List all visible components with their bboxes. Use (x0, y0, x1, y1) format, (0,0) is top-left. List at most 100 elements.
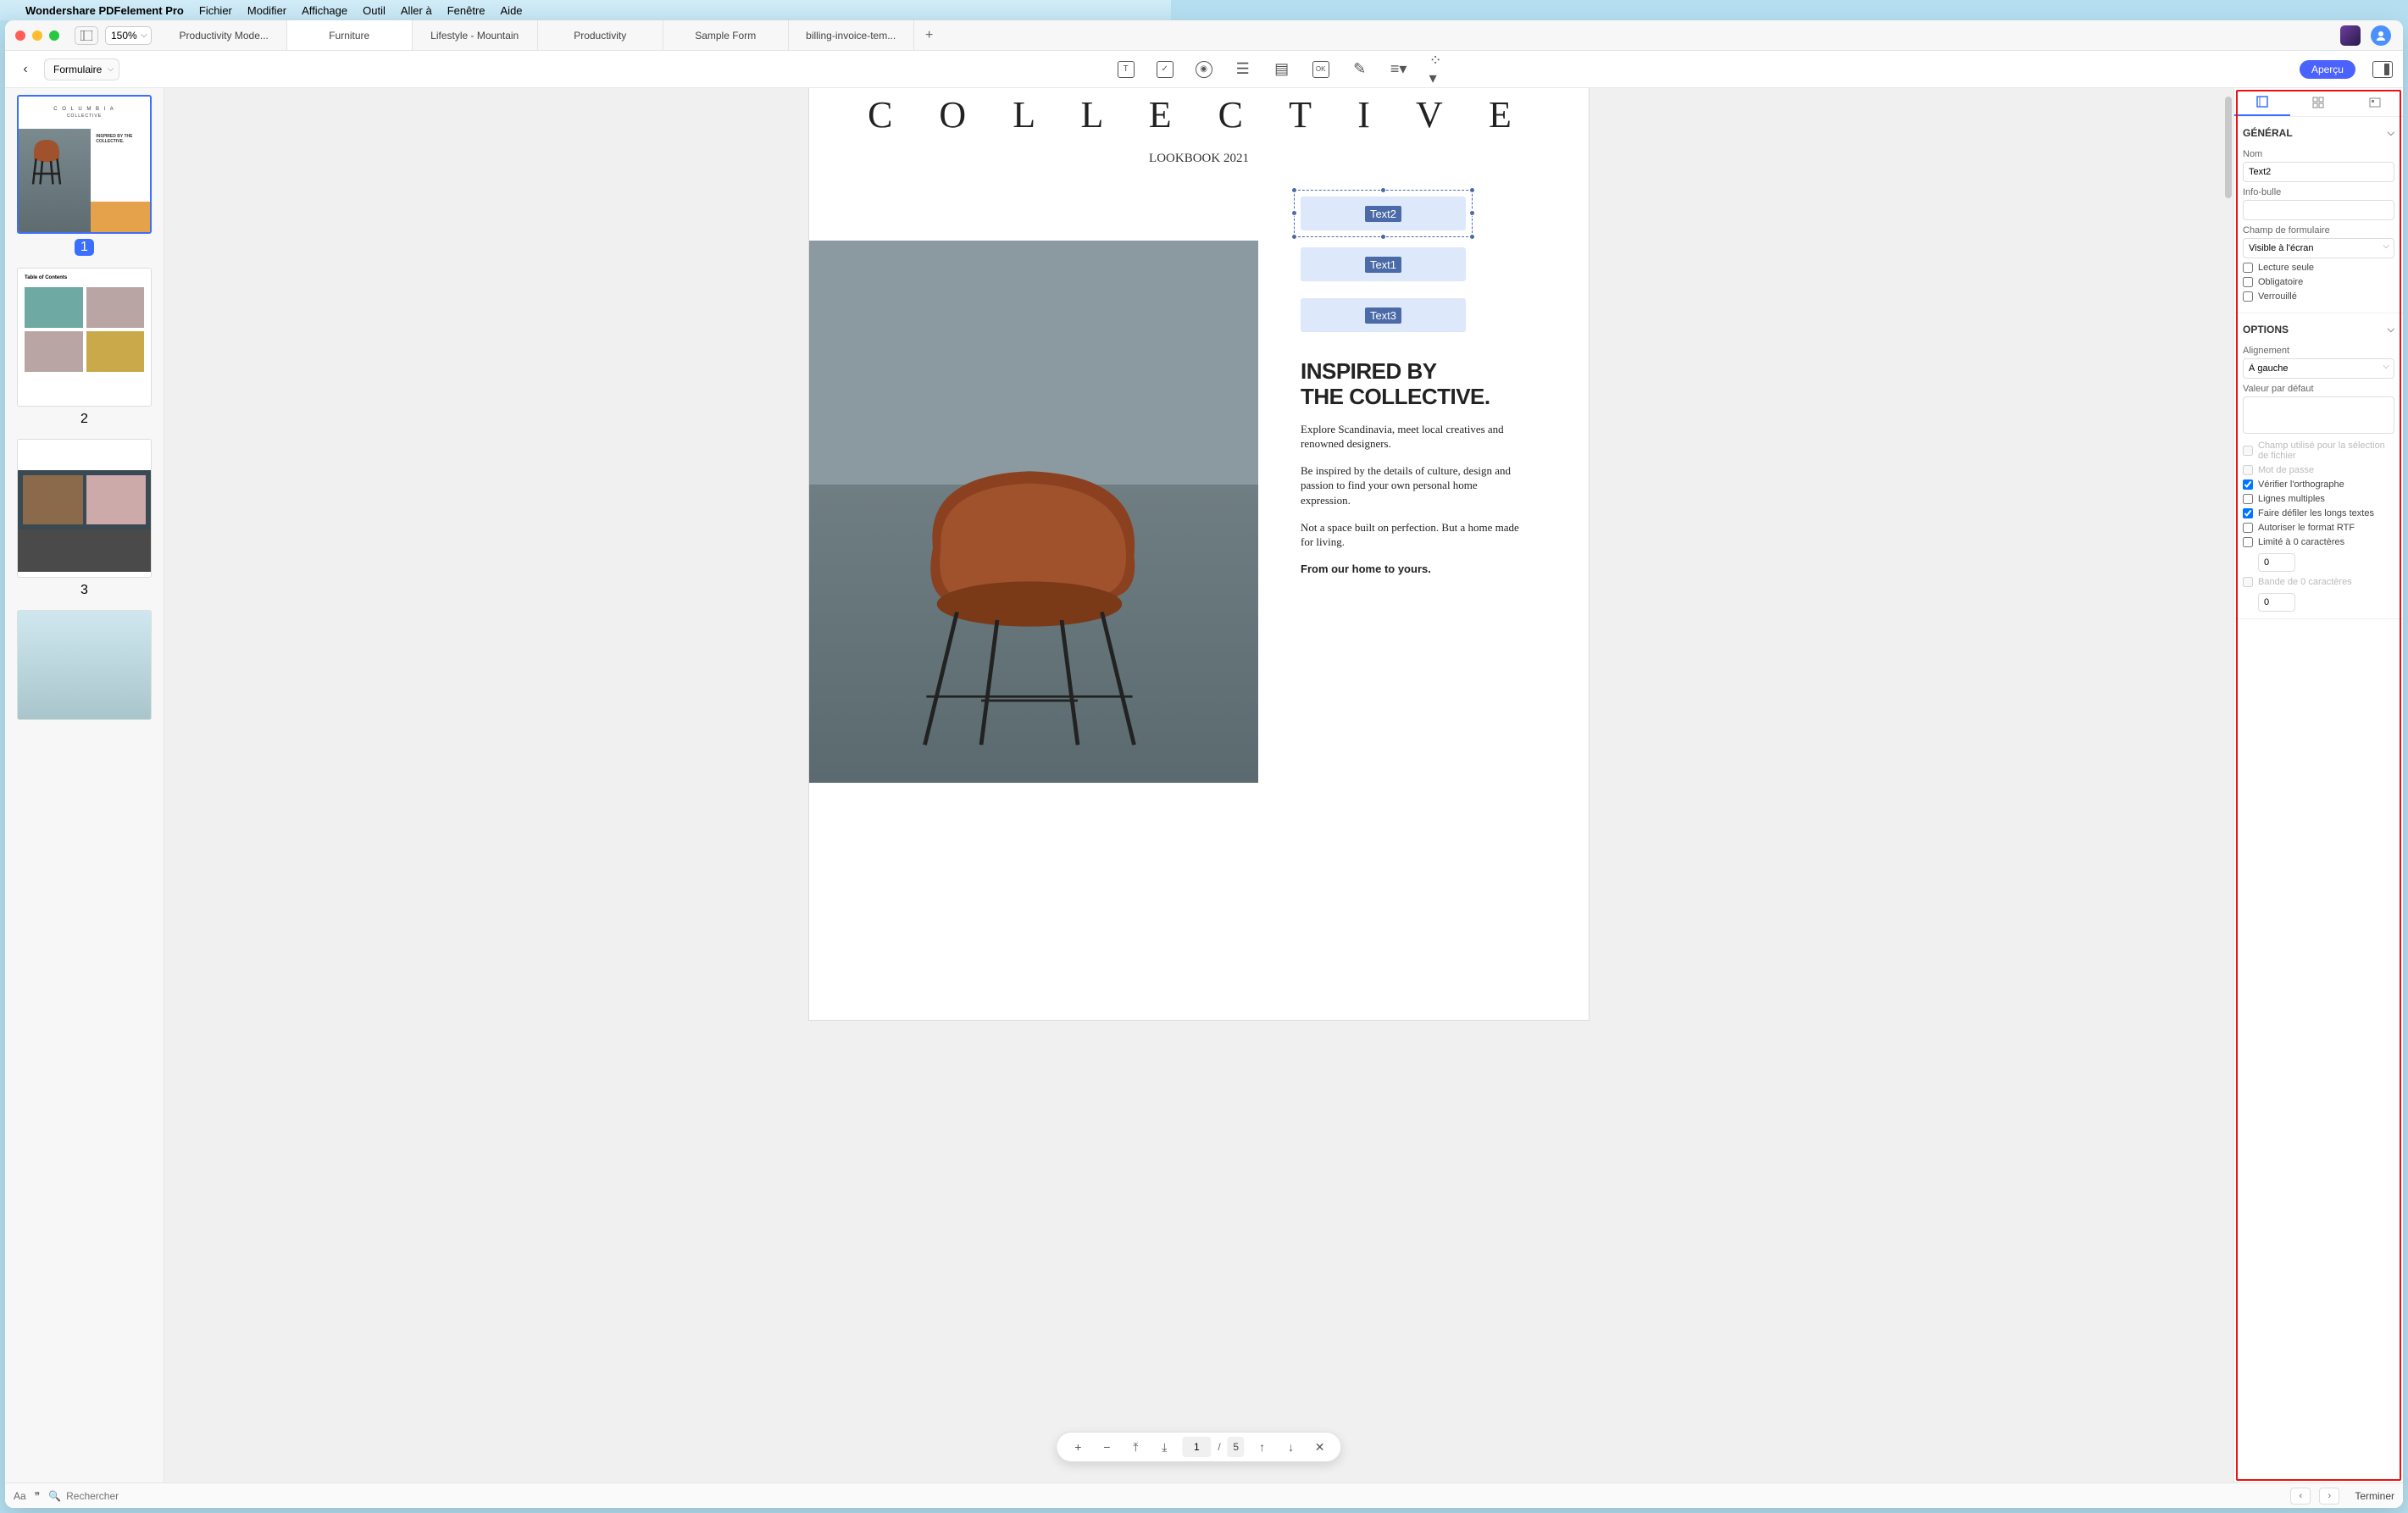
section-general: GÉNÉRAL⌵ Nom Info-bulle Champ de formula… (2234, 117, 2403, 313)
thumb2-pageno: 2 (17, 412, 152, 427)
window-close[interactable] (15, 30, 25, 41)
last-page-button[interactable]: ⤓ (1153, 1436, 1175, 1458)
first-page-button[interactable]: ⤒ (1124, 1436, 1146, 1458)
checkbox-tool-icon[interactable]: ✓ (1157, 61, 1173, 78)
tab-add-button[interactable]: + (914, 20, 945, 50)
zoom-select[interactable]: 150% (105, 26, 152, 45)
app-name[interactable]: Wondershare PDFelement Pro (25, 4, 184, 17)
combobox-tool-icon[interactable]: ☰ (1235, 61, 1251, 78)
tab-billing-invoice[interactable]: billing-invoice-tem... (789, 20, 914, 50)
menu-allera[interactable]: Aller à (401, 4, 432, 17)
user-avatar[interactable] (2371, 25, 2391, 46)
tab-lifestyle[interactable]: Lifestyle - Mountain (413, 20, 538, 50)
listbox-tool-icon[interactable]: ▤ (1273, 61, 1290, 78)
next-page-button[interactable]: ↓ (1280, 1436, 1302, 1458)
chevron-down-icon: ⌵ (2388, 128, 2394, 139)
doc-para-4: From our home to yours. (1301, 562, 1521, 577)
check-orthographe[interactable]: Vérifier l'orthographe (2243, 479, 2394, 490)
form-field-text3-label: Text3 (1365, 308, 1401, 324)
input-infobulle[interactable] (2243, 200, 2394, 220)
text-style-aa-icon[interactable]: Aa (14, 1490, 26, 1502)
menu-aide[interactable]: Aide (501, 4, 523, 17)
check-rtf[interactable]: Autoriser le format RTF (2243, 523, 2394, 533)
tab-sample-form[interactable]: Sample Form (663, 20, 789, 50)
thumbnail-page-4[interactable] (17, 610, 152, 720)
select-champ[interactable]: Visible à l'écran (2243, 238, 2394, 258)
thumbnail-page-2[interactable]: Table of Contents (17, 268, 152, 407)
search-input[interactable] (66, 1490, 320, 1502)
textfield-tool-icon[interactable]: T (1118, 61, 1135, 78)
check-obligatoire[interactable]: Obligatoire (2243, 277, 2394, 287)
menu-affichage[interactable]: Affichage (302, 4, 347, 17)
check-lecture-seule[interactable]: Lecture seule (2243, 263, 2394, 273)
signature-tool-icon[interactable]: ✎ (1351, 61, 1368, 78)
window-minimize[interactable] (32, 30, 42, 41)
button-tool-icon[interactable]: OK (1312, 61, 1329, 78)
close-pagebar-button[interactable]: ✕ (1309, 1436, 1331, 1458)
app-window: 150% Productivity Mode... Furniture Life… (5, 20, 2403, 1508)
properties-tabs (2234, 88, 2403, 117)
zoom-value: 150% (111, 30, 137, 42)
input-bande[interactable] (2258, 593, 2295, 612)
main-area: C O L U M B I A COLLECTIVE INSPIRED BY T… (5, 88, 2403, 1483)
menu-outil[interactable]: Outil (363, 4, 386, 17)
more-tool-icon[interactable]: ⁘▾ (1429, 61, 1446, 78)
radio-tool-icon[interactable]: ◉ (1196, 61, 1212, 78)
page-control-bar: + − ⤒ ⤓ / 5 ↑ ↓ ✕ (1056, 1432, 1341, 1462)
check-defiler[interactable]: Faire défiler les longs textes (2243, 508, 2394, 518)
search-box[interactable]: 🔍 (48, 1490, 320, 1502)
terminer-button[interactable]: Terminer (2355, 1490, 2394, 1502)
check-multiligne[interactable]: Lignes multiples (2243, 494, 2394, 504)
label-infobulle: Info-bulle (2243, 187, 2394, 197)
check-motdepasse: Mot de passe (2243, 465, 2394, 475)
form-field-text1[interactable]: Text1 (1301, 247, 1466, 281)
current-page-input[interactable] (1182, 1437, 1211, 1457)
menu-fenetre[interactable]: Fenêtre (447, 4, 485, 17)
document-canvas[interactable]: C O L L E C T I V E LOOKBOOK 2021 (164, 88, 2233, 1483)
status-prev-button[interactable]: ‹ (2290, 1488, 2311, 1505)
tab-productivity-mode[interactable]: Productivity Mode... (162, 20, 287, 50)
prev-page-button[interactable]: ↑ (1251, 1436, 1273, 1458)
status-next-button[interactable]: › (2319, 1488, 2339, 1505)
doc-para-3: Not a space built on perfection. But a h… (1301, 520, 1521, 550)
back-button[interactable]: ‹ (15, 59, 36, 80)
select-alignement[interactable]: À gauche (2243, 358, 2394, 379)
prop-tab-appearance-icon[interactable] (2290, 88, 2346, 116)
check-verrouille[interactable]: Verrouillé (2243, 291, 2394, 302)
form-field-text3[interactable]: Text3 (1301, 298, 1466, 332)
traffic-lights (5, 30, 69, 41)
titlebar: 150% Productivity Mode... Furniture Life… (5, 20, 2403, 51)
doc-para-1: Explore Scandinavia, meet local creative… (1301, 422, 1521, 452)
prop-tab-general-icon[interactable] (2234, 88, 2290, 116)
thumb3-pageno: 3 (17, 583, 152, 598)
right-panel-toggle-icon[interactable] (2372, 61, 2393, 78)
titlebar-right (2328, 25, 2403, 46)
thumbnail-page-1[interactable]: C O L U M B I A COLLECTIVE INSPIRED BY T… (17, 95, 152, 234)
input-nom[interactable] (2243, 162, 2394, 182)
thumbnail-page-3[interactable] (17, 439, 152, 578)
app-logo-icon[interactable] (2340, 25, 2361, 46)
prop-tab-actions-icon[interactable] (2347, 88, 2403, 116)
tab-furniture[interactable]: Furniture (287, 20, 413, 50)
align-tool-icon[interactable]: ≡▾ (1390, 61, 1407, 78)
form-toolbar: ‹ Formulaire T ✓ ◉ ☰ ▤ OK ✎ ≡▾ ⁘▾ Aperçu (5, 51, 2403, 88)
form-field-text2[interactable]: Text2 (1301, 197, 1466, 230)
quote-icon[interactable]: ❞ (35, 1490, 40, 1502)
section-general-header[interactable]: GÉNÉRAL⌵ (2243, 124, 2394, 144)
check-limite[interactable]: Limité à 0 caractères (2243, 537, 2394, 547)
input-limite[interactable] (2258, 553, 2295, 572)
thumbnail-sidebar[interactable]: C O L U M B I A COLLECTIVE INSPIRED BY T… (5, 88, 164, 1483)
form-field-text2-label: Text2 (1365, 206, 1401, 222)
vertical-scrollbar[interactable] (2225, 97, 2232, 198)
sidebar-toggle-icon[interactable] (75, 26, 98, 45)
preview-button[interactable]: Aperçu (2300, 60, 2355, 79)
mode-dropdown[interactable]: Formulaire (44, 58, 119, 80)
zoom-out-button[interactable]: − (1096, 1436, 1118, 1458)
textarea-default[interactable] (2243, 396, 2394, 434)
window-maximize[interactable] (49, 30, 59, 41)
menu-fichier[interactable]: Fichier (199, 4, 232, 17)
tab-productivity[interactable]: Productivity (538, 20, 663, 50)
zoom-in-button[interactable]: + (1067, 1436, 1089, 1458)
section-options-header[interactable]: OPTIONS⌵ (2243, 320, 2394, 341)
menu-modifier[interactable]: Modifier (247, 4, 286, 17)
